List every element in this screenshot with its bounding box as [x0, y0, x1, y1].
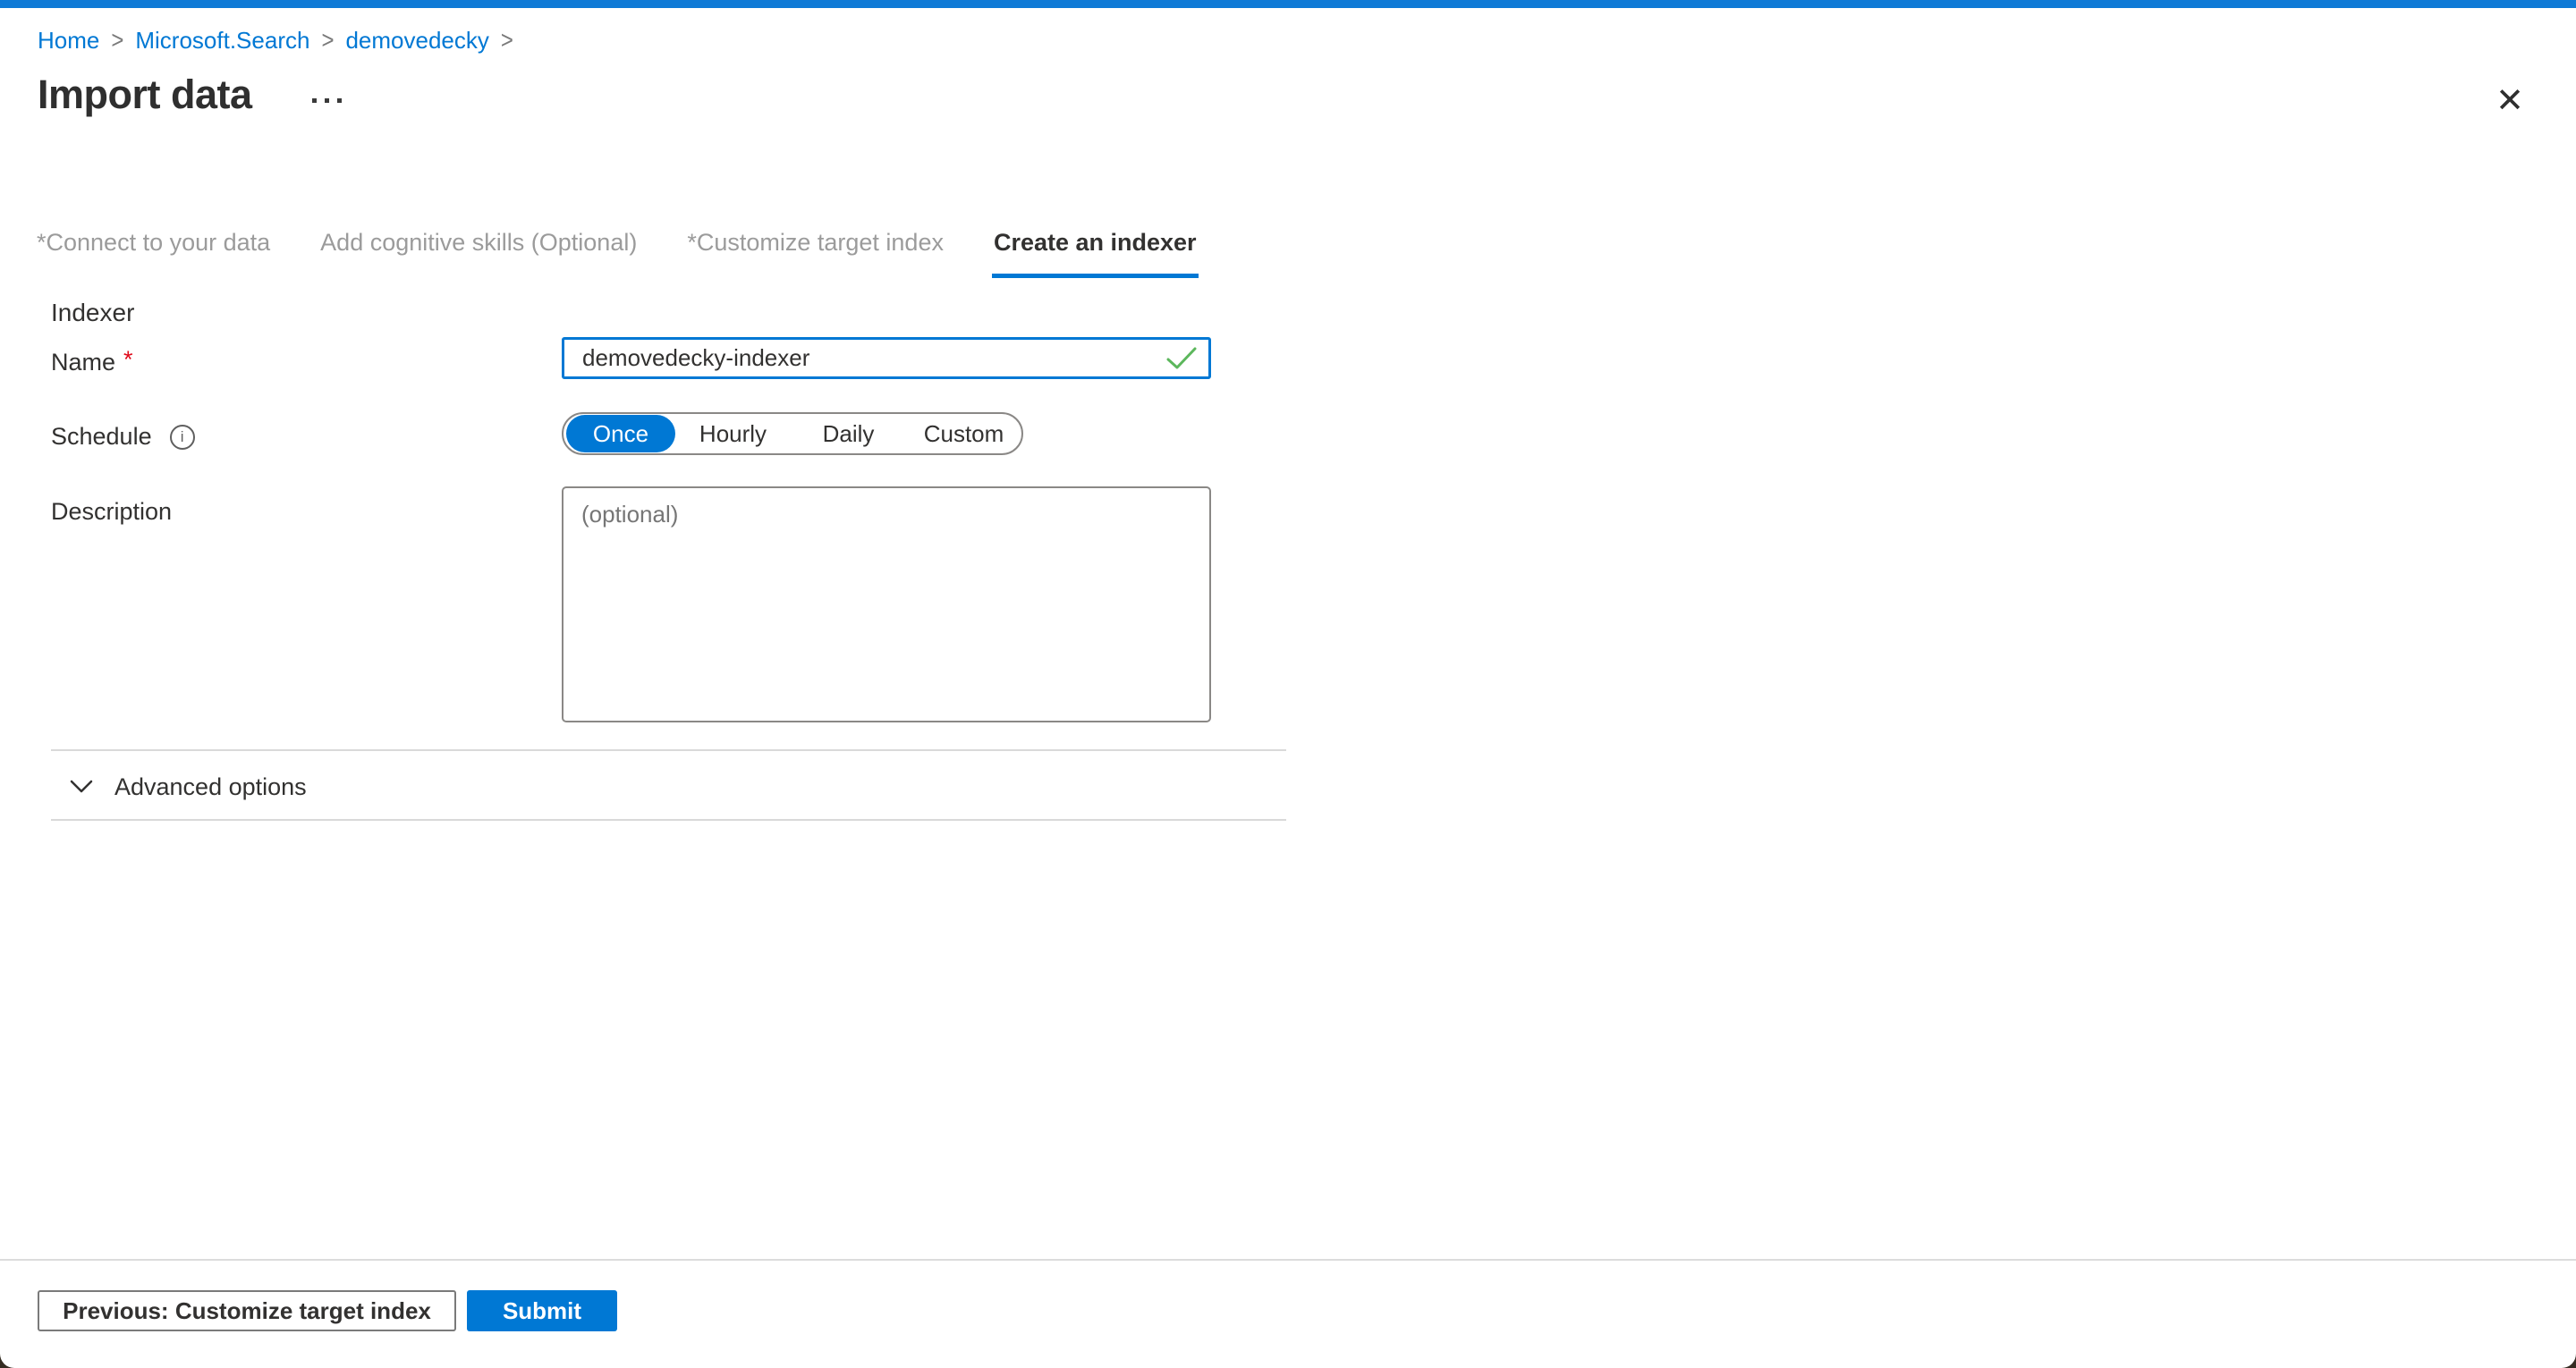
- description-label-text: Description: [51, 498, 172, 526]
- page-title: Import data: [38, 72, 252, 118]
- name-field-label: Name *: [51, 349, 133, 376]
- context-menu-button[interactable]: [302, 82, 351, 118]
- tab-label: Create an indexer: [994, 229, 1197, 256]
- breadcrumb: Home > Microsoft.Search > demovedecky >: [38, 27, 525, 55]
- advanced-options-label: Advanced options: [114, 773, 307, 801]
- chevron-down-icon: [70, 780, 93, 794]
- description-field-label: Description: [51, 498, 172, 526]
- window-corner: [0, 1354, 14, 1368]
- chevron-right-icon: >: [321, 26, 334, 55]
- divider: [51, 749, 1286, 751]
- breadcrumb-link-home[interactable]: Home: [38, 27, 99, 55]
- active-tab-underline: [992, 274, 1199, 278]
- schedule-segmented-control: Once Hourly Daily Custom: [562, 412, 1023, 455]
- footer-divider: [0, 1259, 2576, 1261]
- tab-connect-to-your-data[interactable]: *Connect to your data: [35, 224, 272, 278]
- tab-add-cognitive-skills[interactable]: Add cognitive skills (Optional): [318, 224, 639, 278]
- tab-customize-target-index[interactable]: *Customize target index: [685, 224, 945, 278]
- breadcrumb-link-demovedecky[interactable]: demovedecky: [345, 27, 488, 55]
- window-corner: [2562, 1354, 2576, 1368]
- portal-top-accent-bar: [0, 0, 2576, 8]
- info-icon[interactable]: i: [170, 425, 195, 450]
- check-icon: [1166, 347, 1197, 370]
- schedule-label-text: Schedule: [51, 423, 152, 451]
- schedule-option-custom[interactable]: Custom: [906, 420, 1021, 448]
- name-field: [562, 337, 1211, 379]
- chevron-right-icon: >: [111, 26, 123, 55]
- wizard-tabs: *Connect to your data Add cognitive skil…: [35, 224, 1199, 278]
- divider: [51, 819, 1286, 821]
- description-textarea[interactable]: [562, 486, 1211, 722]
- close-icon: ✕: [2496, 80, 2524, 120]
- schedule-option-daily[interactable]: Daily: [791, 420, 906, 448]
- breadcrumb-link-microsoft-search[interactable]: Microsoft.Search: [135, 27, 309, 55]
- schedule-option-hourly[interactable]: Hourly: [675, 420, 791, 448]
- schedule-field-label: Schedule i: [51, 423, 195, 451]
- previous-step-button[interactable]: Previous: Customize target index: [38, 1290, 456, 1331]
- tab-create-an-indexer[interactable]: Create an indexer: [992, 224, 1199, 278]
- close-button[interactable]: ✕: [2485, 75, 2535, 125]
- ellipsis-icon: [312, 98, 317, 103]
- name-label-text: Name: [51, 349, 115, 376]
- required-asterisk: *: [123, 346, 133, 374]
- submit-button[interactable]: Submit: [467, 1290, 617, 1331]
- ellipsis-icon: [325, 98, 329, 103]
- advanced-options-toggle[interactable]: Advanced options: [70, 765, 307, 808]
- ellipsis-icon: [337, 98, 342, 103]
- chevron-right-icon: >: [501, 26, 513, 55]
- indexer-section-heading: Indexer: [51, 299, 134, 327]
- schedule-option-once[interactable]: Once: [566, 415, 675, 452]
- indexer-name-input[interactable]: [562, 337, 1211, 379]
